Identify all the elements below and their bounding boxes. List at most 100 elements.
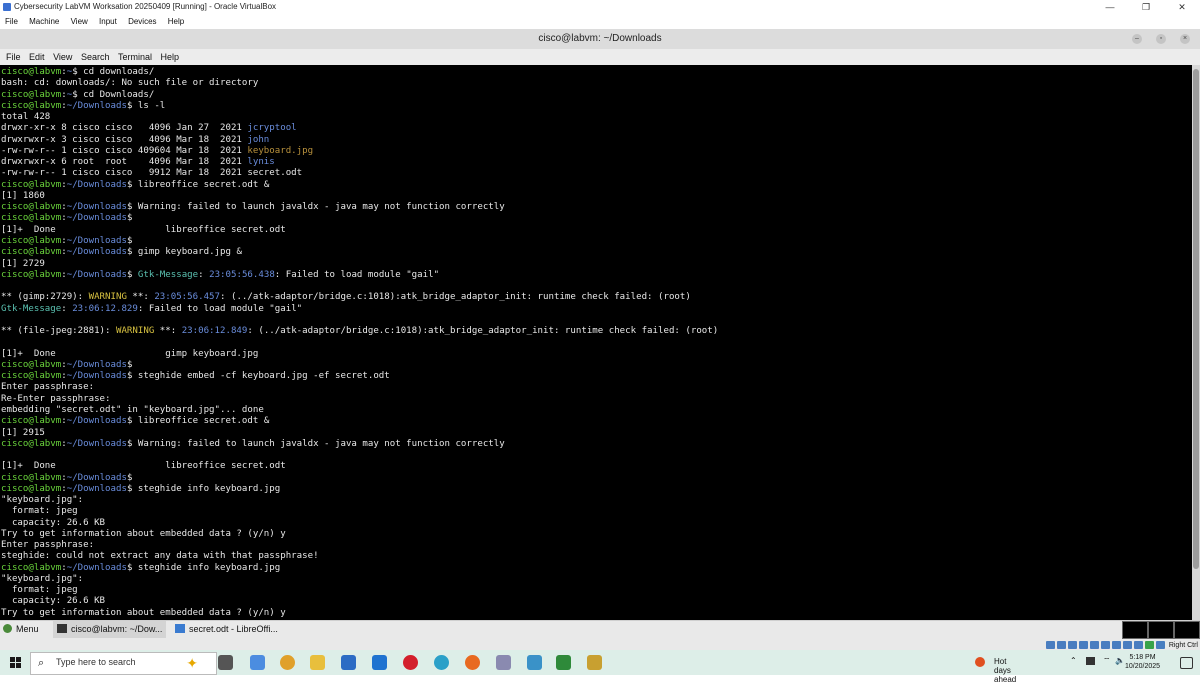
- output-text: Try to get information about embedded da…: [1, 528, 286, 539]
- output-text: "keyboard.jpg":: [1, 495, 84, 506]
- host-key-label: Right Ctrl: [1168, 641, 1198, 649]
- terminal-output[interactable]: cisco@labvm:~$ cd downloads/bash: cd: do…: [0, 65, 1192, 620]
- terminal-menu-search[interactable]: Search: [81, 52, 110, 62]
- warning-prefix: ** (gimp:2729):: [1, 292, 89, 303]
- terminal-line: format: jpeg: [1, 506, 1192, 517]
- menu-button[interactable]: Menu: [3, 621, 39, 638]
- chrome-icon[interactable]: [280, 655, 295, 670]
- prompt-path: ~/Downloads: [66, 179, 127, 190]
- terminal-line: ** (file-jpeg:2881): WARNING **: 23:06:1…: [1, 326, 1192, 337]
- terminal-minimize-button[interactable]: –: [1132, 34, 1142, 44]
- window-controls: — ❐ ✕: [1092, 0, 1200, 14]
- ls-filename: keyboard.jpg: [247, 145, 314, 156]
- vscode-icon[interactable]: [556, 655, 571, 670]
- copilot-icon[interactable]: [250, 655, 265, 670]
- terminal-maximize-button[interactable]: ▫: [1156, 34, 1166, 44]
- store-icon[interactable]: [341, 655, 356, 670]
- menu-devices[interactable]: Devices: [128, 17, 156, 26]
- task-view-icon[interactable]: [218, 655, 233, 670]
- command-text: $ libreoffice secret.odt &: [126, 416, 270, 427]
- workspace-1[interactable]: [1122, 621, 1148, 639]
- workspace-2[interactable]: [1148, 621, 1174, 639]
- terminal-scrollbar[interactable]: [1192, 65, 1200, 620]
- prompt-path: ~/Downloads: [66, 100, 127, 111]
- firefox-icon[interactable]: [465, 655, 480, 670]
- display-icon: [1111, 641, 1121, 649]
- restore-button[interactable]: ❐: [1128, 0, 1164, 14]
- terminal-line: cisco@labvm:~/Downloads$ libreoffice sec…: [1, 416, 1192, 427]
- volume-icon[interactable]: 🔈: [1115, 656, 1125, 665]
- notifications-icon[interactable]: [1180, 657, 1193, 669]
- command-text: $ Warning: failed to launch javaldx - ja…: [126, 438, 505, 449]
- optical-icon: [1056, 641, 1066, 649]
- menu-input[interactable]: Input: [99, 17, 117, 26]
- mail-icon[interactable]: [372, 655, 387, 670]
- tray-app-icon[interactable]: [1086, 657, 1095, 665]
- terminal-menu-view[interactable]: View: [53, 52, 72, 62]
- network-tray-icon[interactable]: ⌔: [1103, 656, 1111, 666]
- prompt-path: ~/Downloads: [66, 416, 127, 427]
- writer-task-button[interactable]: secret.odt - LibreOffi...: [175, 621, 278, 638]
- terminal-line: "keyboard.jpg":: [1, 574, 1192, 585]
- prompt-path: ~/Downloads: [66, 371, 127, 382]
- ls-entry: drwxrwxr-x 6 root root 4096 Mar 18 2021: [1, 157, 248, 168]
- command-text: $: [126, 269, 138, 280]
- terminal-menu-edit[interactable]: Edit: [29, 52, 45, 62]
- terminal-line: capacity: 26.6 KB: [1, 596, 1192, 607]
- ls-filename: lynis: [247, 157, 275, 168]
- terminal-line: ** (gimp:2729): WARNING **: 23:05:56.457…: [1, 292, 1192, 303]
- prompt-user: cisco@labvm: [1, 202, 62, 213]
- workspace-3[interactable]: [1174, 621, 1200, 639]
- menu-view[interactable]: View: [71, 17, 88, 26]
- prompt-user: cisco@labvm: [1, 416, 62, 427]
- message-text: : Failed to load module "gail": [274, 269, 440, 280]
- menu-help[interactable]: Help: [168, 17, 184, 26]
- output-text: [1]+ Done libreoffice secret.odt: [1, 224, 286, 235]
- virtualbox-title-bar: Cybersecurity LabVM Worksation 20250409 …: [0, 0, 1200, 14]
- terminal-menu-help[interactable]: Help: [161, 52, 180, 62]
- output-text: total 428: [1, 112, 51, 123]
- prompt-user: cisco@labvm: [1, 472, 62, 483]
- scrollbar-thumb[interactable]: [1193, 69, 1199, 569]
- terminal-line: cisco@labvm:~/Downloads$ steghide embed …: [1, 371, 1192, 382]
- menu-file[interactable]: File: [5, 17, 18, 26]
- clock-date: 10/20/2025: [1125, 663, 1161, 670]
- weather-label[interactable]: Hot days ahead: [994, 657, 1016, 684]
- terminal-line: embedding "secret.odt" in "keyboard.jpg"…: [1, 405, 1192, 416]
- search-box[interactable]: ⌕ Type here to search ✦: [30, 652, 217, 675]
- app-icon[interactable]: [496, 655, 511, 670]
- terminal-line: [1] 2915: [1, 428, 1192, 439]
- cpu-icon: [1133, 641, 1143, 649]
- chevron-up-icon[interactable]: ⌃: [1070, 656, 1077, 665]
- terminal-close-button[interactable]: ×: [1180, 34, 1190, 44]
- terminal-line: -rw-rw-r-- 1 cisco cisco 9912 Mar 18 202…: [1, 168, 1192, 179]
- close-button[interactable]: ✕: [1164, 0, 1200, 14]
- minimize-button[interactable]: —: [1092, 0, 1128, 14]
- opera-icon[interactable]: [403, 655, 418, 670]
- prompt-user: cisco@labvm: [1, 89, 62, 100]
- prompt-path: ~/Downloads: [66, 235, 127, 246]
- terminal-menu-file[interactable]: File: [6, 52, 21, 62]
- terminal-line: [1]+ Done gimp keyboard.jpg: [1, 349, 1192, 360]
- terminal-line: cisco@labvm:~/Downloads$ steghide info k…: [1, 563, 1192, 574]
- file-explorer-icon[interactable]: [310, 655, 325, 670]
- clock[interactable]: 5:18 PM 10/20/2025: [1125, 653, 1160, 671]
- remote-desktop-icon[interactable]: [527, 655, 542, 670]
- recording-icon: [1122, 641, 1132, 649]
- virtualbox-taskbar-icon[interactable]: [587, 655, 602, 670]
- command-text: $ steghide info keyboard.jpg: [126, 483, 281, 494]
- clock-time: 5:18 PM: [1129, 654, 1156, 661]
- terminal-line: Try to get information about embedded da…: [1, 608, 1192, 619]
- terminal-task-button[interactable]: cisco@labvm: ~/Dow...: [53, 621, 167, 638]
- prompt-user: cisco@labvm: [1, 235, 62, 246]
- start-button[interactable]: [10, 657, 21, 668]
- edge-icon[interactable]: [434, 655, 449, 670]
- menu-machine[interactable]: Machine: [29, 17, 59, 26]
- gtk-label: Gtk-Message: [1, 303, 62, 314]
- ls-entry: drwxr-xr-x 8 cisco cisco 4096 Jan 27 202…: [1, 123, 248, 134]
- command-text: $ steghide info keyboard.jpg: [126, 562, 281, 573]
- terminal-title-bar: cisco@labvm: ~/Downloads – ▫ ×: [0, 29, 1200, 50]
- terminal-menu-terminal[interactable]: Terminal: [118, 52, 152, 62]
